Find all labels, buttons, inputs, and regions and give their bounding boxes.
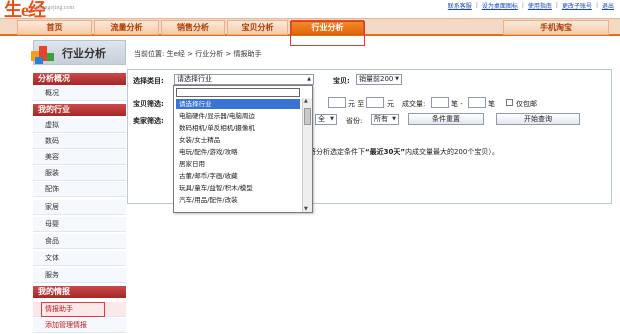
dropdown-option[interactable]: 请选择行业 xyxy=(176,99,300,109)
breadcrumb: 当前位置: 生e经 > 行业分析 > 情报助手 xyxy=(134,50,262,58)
dropdown-search-input[interactable] xyxy=(176,88,300,97)
item-filter-label: 宝贝筛选: xyxy=(133,100,164,108)
logo-domain: zhengejing.com xyxy=(36,5,75,11)
province-label: 省份: xyxy=(346,117,363,125)
sidebar-item-beauty[interactable]: 美容 xyxy=(33,150,126,165)
chevron-down-icon: ▼ xyxy=(392,116,396,122)
province-select-value: 所有 xyxy=(374,115,388,123)
sidebar-selection-frame xyxy=(41,302,105,317)
sidebar-header: 行业分析 xyxy=(31,40,126,65)
category-label: 选择类目: xyxy=(133,77,164,85)
sidebar-item-food[interactable]: 食品 xyxy=(33,234,126,249)
top-links: 联系客服 | 设为桌面图标 | 使用指南 | 更改子账号 | 退出 xyxy=(447,1,614,10)
logout-link[interactable]: 退出 xyxy=(602,1,614,10)
volume-min-input[interactable] xyxy=(431,97,449,108)
sidebar-item-sports[interactable]: 文体 xyxy=(33,251,126,266)
dropdown-option[interactable]: 数码相机/单反相机/摄像机 xyxy=(176,123,300,133)
volume-label: 成交量: xyxy=(402,100,426,108)
scroll-down-icon[interactable]: ▼ xyxy=(304,206,308,212)
category-dropdown[interactable]: 请选择行业 电脑硬件/显示器/电脑周边 数码相机/单反相机/摄像机 女装/女士精… xyxy=(173,85,313,213)
chevron-down-icon: ▼ xyxy=(395,76,399,82)
seller-select[interactable]: 全 ▼ xyxy=(315,114,337,125)
sidebar-item-service[interactable]: 服务 xyxy=(33,268,126,283)
baobei-select[interactable]: 销量前200 ▼ xyxy=(356,74,402,85)
guide-link[interactable]: 使用指南 xyxy=(528,1,552,10)
volume-max-input[interactable] xyxy=(468,97,486,108)
top-bar: 生e经 zhengejing.com 联系客服 | 设为桌面图标 | 使用指南 | 更… xyxy=(0,0,620,20)
category-select[interactable]: 请选择行业 ▲ xyxy=(174,74,314,85)
dropdown-option[interactable]: 古董/邮币/字画/收藏 xyxy=(176,171,300,181)
dropdown-option[interactable]: 电玩/配件/游戏/攻略 xyxy=(176,147,300,157)
chevron-down-icon: ▲ xyxy=(307,76,311,82)
nav-traffic[interactable]: 流量分析 xyxy=(94,20,159,35)
sidebar-item-virtual[interactable]: 虚拟 xyxy=(33,118,126,133)
sidebar: 行业分析 分析概况 概况 我的行业 虚拟 数码 美容 服装 配饰 家居 母婴 食… xyxy=(31,40,126,334)
price-min-input[interactable] xyxy=(328,97,346,108)
dropdown-option[interactable]: 女装/女士精品 xyxy=(176,135,300,145)
baobei-select-value: 销量前200 xyxy=(359,75,394,83)
dropdown-scrollbar[interactable]: ▲ ▼ xyxy=(302,98,312,212)
sidebar-item-clothing[interactable]: 服装 xyxy=(33,166,126,181)
sidebar-item-digital[interactable]: 数码 xyxy=(33,134,126,149)
reset-button[interactable]: 条件重置 xyxy=(408,113,484,125)
result-note: （这里将分析选定条件下“最近30天”内成交量最大的200个宝贝）。 xyxy=(288,147,499,157)
price-to-suffix: 元 xyxy=(387,100,394,108)
price-max-input[interactable] xyxy=(366,97,384,108)
only-mall-label: 仅包邮 xyxy=(516,100,537,108)
scrollbar-thumb[interactable] xyxy=(304,108,311,125)
nav-sales[interactable]: 销售分析 xyxy=(161,20,225,35)
category-select-value: 请选择行业 xyxy=(177,75,212,83)
dropdown-option[interactable]: 居家日用 xyxy=(176,159,300,169)
sidebar-item-home[interactable]: 家居 xyxy=(33,200,126,215)
only-mall-checkbox[interactable] xyxy=(506,99,513,106)
contact-link[interactable]: 联系客服 xyxy=(448,1,472,10)
volume-unit-2: 笔 xyxy=(488,100,495,108)
result-note-suffix: 内成交量最大的200个宝贝）。 xyxy=(404,148,499,156)
sidebar-group-intel[interactable]: 我的情报 xyxy=(33,286,126,298)
subaccount-link[interactable]: 更改子账号 xyxy=(562,1,592,10)
sidebar-item-add-intel[interactable]: 添加管理情报 xyxy=(33,318,126,333)
query-button[interactable]: 开始查询 xyxy=(496,113,580,125)
result-note-strong: “最近30天” xyxy=(365,148,405,156)
sidebar-item-baby[interactable]: 母婴 xyxy=(33,217,126,232)
sidebar-title: 行业分析 xyxy=(62,47,106,60)
price-from-suffix: 元 至 xyxy=(348,100,365,108)
chevron-down-icon: ▼ xyxy=(330,116,334,122)
dropdown-option[interactable]: 汽车/用品/配件/改装 xyxy=(176,195,300,205)
seller-select-value: 全 xyxy=(318,115,325,123)
baobei-label: 宝贝: xyxy=(333,77,350,85)
dropdown-option[interactable]: 玩具/童车/益智/积木/模型 xyxy=(176,183,300,193)
scroll-up-icon[interactable]: ▲ xyxy=(304,98,308,104)
volume-unit-1: 笔 - xyxy=(451,100,463,108)
sidebar-group-overview[interactable]: 分析概况 xyxy=(33,73,126,85)
sidebar-item-overview[interactable]: 概况 xyxy=(33,86,126,101)
nav-mobile-taobao[interactable]: 手机淘宝 xyxy=(503,20,609,35)
desktop-icon-link[interactable]: 设为桌面图标 xyxy=(482,1,518,10)
nav-home[interactable]: 首页 xyxy=(17,20,92,35)
seller-filter-label: 卖家筛选: xyxy=(133,117,164,125)
sidebar-item-accessories[interactable]: 配饰 xyxy=(33,182,126,197)
sidebar-group-my-industry[interactable]: 我的行业 xyxy=(33,104,126,116)
cubes-icon xyxy=(31,46,54,64)
dropdown-option[interactable]: 电脑硬件/显示器/电脑周边 xyxy=(176,111,300,121)
province-select[interactable]: 所有 ▼ xyxy=(371,114,399,125)
nav-item-analysis[interactable]: 宝贝分析 xyxy=(227,20,288,35)
